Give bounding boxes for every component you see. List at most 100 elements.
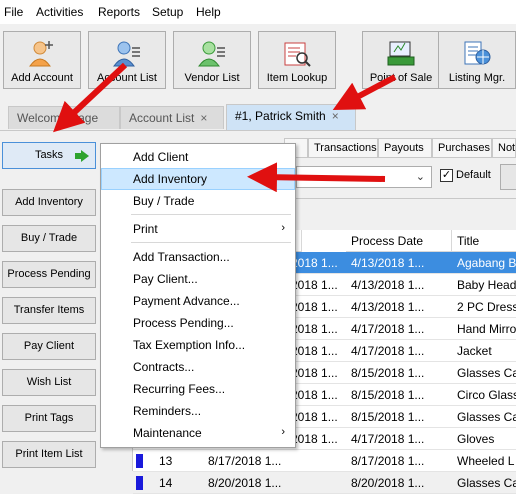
menu-setup[interactable]: Setup: [152, 5, 183, 19]
menu-item-recurring-fees[interactable]: Recurring Fees...: [101, 378, 295, 400]
item-lookup-label: Item Lookup: [266, 72, 328, 84]
cell-date: 8/20/2018 1...: [208, 476, 282, 490]
row-number: 13: [159, 454, 173, 468]
buy-trade-button[interactable]: Buy / Trade: [2, 225, 96, 252]
menu-item-buy-trade[interactable]: Buy / Trade: [101, 190, 295, 212]
tab-account-list-label: Account List: [129, 111, 195, 125]
add-account-label: Add Account: [11, 72, 73, 84]
menu-item-add-inventory[interactable]: Add Inventory: [101, 168, 295, 190]
cell-title: Baby Head: [457, 278, 516, 292]
cell-title: Hand Mirro: [457, 322, 516, 336]
cell-title: Glasses Ca: [457, 410, 516, 424]
column-header-process-date[interactable]: Process Date: [346, 230, 452, 252]
cell-process-date: 4/13/2018 1...: [351, 256, 425, 270]
menu-item-add-client[interactable]: Add Client: [101, 146, 295, 168]
account-list-label: Account List: [97, 72, 157, 84]
cell-title: 2 PC Dress: [457, 300, 516, 314]
menu-file[interactable]: File: [4, 5, 23, 19]
filter-dropdown[interactable]: ⌄: [296, 166, 432, 188]
menu-item-print[interactable]: Print ›: [101, 218, 295, 240]
row-number: 14: [159, 476, 173, 490]
cell-process-date: 8/17/2018 1...: [351, 454, 425, 468]
menu-item-reminders[interactable]: Reminders...: [101, 400, 295, 422]
print-item-list-button[interactable]: Print Item List: [2, 441, 96, 468]
subtab-payouts[interactable]: Payouts: [378, 138, 432, 158]
table-row[interactable]: 14 8/20/2018 1... 8/20/2018 1... Glasses Ca: [133, 472, 516, 494]
row-marker: [136, 454, 143, 468]
cell-date: 8/17/2018 1...: [208, 454, 282, 468]
subtab-transactions[interactable]: Transactions: [308, 138, 378, 158]
cell-date: 2018 1...: [291, 432, 338, 446]
default-checkbox-label: Default: [456, 169, 491, 181]
subtab-notes[interactable]: Not: [492, 138, 516, 158]
menu-item-maintenance[interactable]: Maintenance ›: [101, 422, 295, 444]
filter-action-button[interactable]: [500, 164, 516, 190]
arrow-right-icon: [75, 150, 89, 162]
cell-title: Glasses Ca: [457, 476, 516, 490]
menu-item-process-pending[interactable]: Process Pending...: [101, 312, 295, 334]
vendor-list-icon: [198, 41, 225, 67]
tasks-button[interactable]: Tasks: [2, 142, 96, 169]
add-account-button[interactable]: Add Account: [3, 31, 81, 89]
menu-item-maintenance-label: Maintenance: [133, 426, 202, 440]
submenu-arrow-icon: ›: [281, 426, 285, 438]
cell-process-date: 4/17/2018 1...: [351, 432, 425, 446]
listing-mgr-button[interactable]: Listing Mgr.: [438, 31, 516, 89]
cell-date: 2018 1...: [291, 388, 338, 402]
item-lookup-button[interactable]: Item Lookup: [258, 31, 336, 89]
tab-account-list[interactable]: Account List ×: [120, 106, 224, 129]
cell-title: Circo Glass: [457, 388, 516, 402]
cell-process-date: 8/15/2018 1...: [351, 366, 425, 380]
menu-activities[interactable]: Activities: [36, 5, 83, 19]
menu-item-payment-advance[interactable]: Payment Advance...: [101, 290, 295, 312]
add-account-icon: [29, 41, 53, 67]
cell-process-date: 4/17/2018 1...: [351, 344, 425, 358]
tasks-label: Tasks: [34, 149, 64, 161]
cell-process-date: 4/13/2018 1...: [351, 278, 425, 292]
point-of-sale-button[interactable]: Point of Sale: [362, 31, 440, 89]
menu-item-contracts[interactable]: Contracts...: [101, 356, 295, 378]
tasks-context-menu: Add Client Add Inventory Buy / Trade Pri…: [100, 143, 296, 448]
left-task-panel: Tasks Add Inventory Buy / Trade Process …: [0, 131, 100, 471]
print-tags-button[interactable]: Print Tags: [2, 405, 96, 432]
menu-item-print-label: Print: [133, 222, 158, 236]
close-icon[interactable]: ×: [200, 111, 207, 125]
cell-date: 2018 1...: [291, 410, 338, 424]
table-row[interactable]: 13 8/17/2018 1... 8/17/2018 1... Wheeled L: [133, 450, 516, 472]
tab-welcome-label: Welcome Page: [17, 111, 99, 125]
cell-title: Jacket: [457, 344, 492, 358]
cell-title: Gloves: [457, 432, 495, 446]
vendor-list-label: Vendor List: [184, 72, 240, 84]
submenu-arrow-icon: ›: [281, 222, 285, 234]
account-list-button[interactable]: Account List: [88, 31, 166, 89]
vendor-list-button[interactable]: Vendor List: [173, 31, 251, 89]
menu-help[interactable]: Help: [196, 5, 221, 19]
column-header-title[interactable]: Title: [452, 230, 516, 252]
process-pending-button[interactable]: Process Pending: [2, 261, 96, 288]
cell-date: 2018 1...: [291, 344, 338, 358]
tab-patrick-smith[interactable]: #1, Patrick Smith ×: [226, 104, 356, 130]
cell-process-date: 8/15/2018 1...: [351, 410, 425, 424]
row-marker: [136, 476, 143, 490]
divider: [296, 198, 516, 199]
tab-patrick-label: #1, Patrick Smith: [235, 109, 326, 123]
transfer-items-button[interactable]: Transfer Items: [2, 297, 96, 324]
subtab-purchases[interactable]: Purchases: [432, 138, 492, 158]
pay-client-button[interactable]: Pay Client: [2, 333, 96, 360]
menu-item-tax-exemption[interactable]: Tax Exemption Info...: [101, 334, 295, 356]
cell-date: 2018 1...: [291, 278, 338, 292]
item-lookup-icon: [284, 42, 311, 67]
listing-mgr-label: Listing Mgr.: [448, 72, 506, 84]
menu-item-pay-client[interactable]: Pay Client...: [101, 268, 295, 290]
menu-item-add-transaction[interactable]: Add Transaction...: [101, 246, 295, 268]
cell-date: 2018 1...: [291, 366, 338, 380]
add-inventory-button[interactable]: Add Inventory: [2, 189, 96, 216]
wish-list-button[interactable]: Wish List: [2, 369, 96, 396]
menu-bar: File Activities Reports Setup Help: [0, 0, 516, 24]
default-checkbox[interactable]: ✓: [440, 169, 453, 182]
cell-title: Agabang B: [457, 256, 516, 270]
close-icon[interactable]: ×: [332, 109, 339, 123]
menu-reports[interactable]: Reports: [98, 5, 140, 19]
tab-welcome-page[interactable]: Welcome Page: [8, 106, 120, 129]
cell-title: Glasses Ca: [457, 366, 516, 380]
